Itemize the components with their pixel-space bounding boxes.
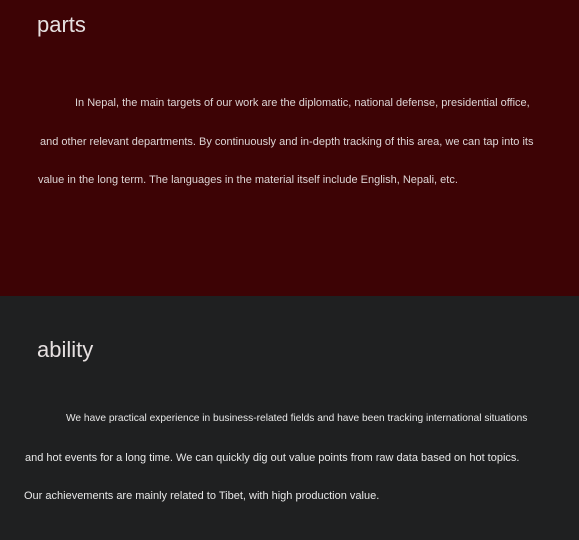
ability-paragraph-line-2: and hot events for a long time. We can q… [25, 452, 520, 464]
ability-paragraph-line-1: We have practical experience in business… [66, 413, 528, 424]
ability-heading: ability [37, 337, 94, 362]
ability-section: ability We have practical experience in … [0, 296, 579, 540]
parts-section: parts In Nepal, the main targets of our … [0, 0, 579, 296]
parts-heading: parts [37, 12, 86, 37]
parts-paragraph-line-3: value in the long term. The languages in… [38, 174, 458, 186]
ability-paragraph-line-3: Our achievements are mainly related to T… [24, 490, 380, 502]
parts-paragraph-line-1: In Nepal, the main targets of our work a… [75, 97, 530, 109]
parts-paragraph-line-2: and other relevant departments. By conti… [40, 136, 534, 148]
